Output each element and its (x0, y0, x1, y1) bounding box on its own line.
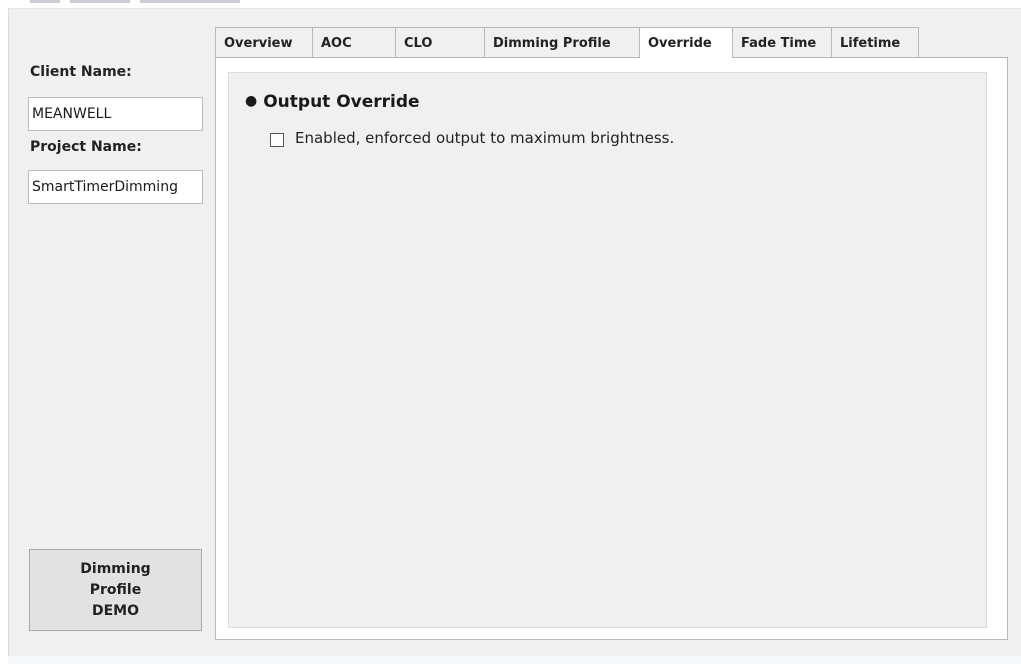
dimming-profile-demo-button[interactable]: Dimming Profile DEMO (29, 549, 202, 631)
tab-clo[interactable]: CLO (395, 27, 485, 57)
project-name-field[interactable]: SmartTimerDimming (28, 170, 203, 204)
tab-aoc[interactable]: AOC (312, 27, 396, 57)
tab-overview[interactable]: Overview (215, 27, 313, 57)
title-bar-remnant (30, 0, 270, 4)
output-override-heading: ● Output Override (245, 92, 420, 112)
override-enabled-checkbox[interactable] (270, 133, 284, 147)
tab-dimming-profile[interactable]: Dimming Profile (484, 27, 640, 57)
tab-override[interactable]: Override (639, 27, 733, 58)
tab-lifetime[interactable]: Lifetime (831, 27, 919, 57)
override-content-area: ● Output Override (228, 72, 987, 628)
output-override-title: Output Override (263, 92, 420, 112)
tab-fade-time[interactable]: Fade Time (732, 27, 832, 57)
demo-button-label: Dimming Profile DEMO (80, 560, 151, 619)
override-enabled-label[interactable]: Enabled, enforced output to maximum brig… (295, 129, 674, 147)
client-name-label: Client Name: (30, 64, 132, 80)
project-name-label: Project Name: (30, 139, 142, 155)
window-bottom-edge (8, 656, 1021, 664)
client-name-field[interactable]: MEANWELL (28, 97, 203, 131)
bullet-icon: ● (245, 93, 258, 109)
